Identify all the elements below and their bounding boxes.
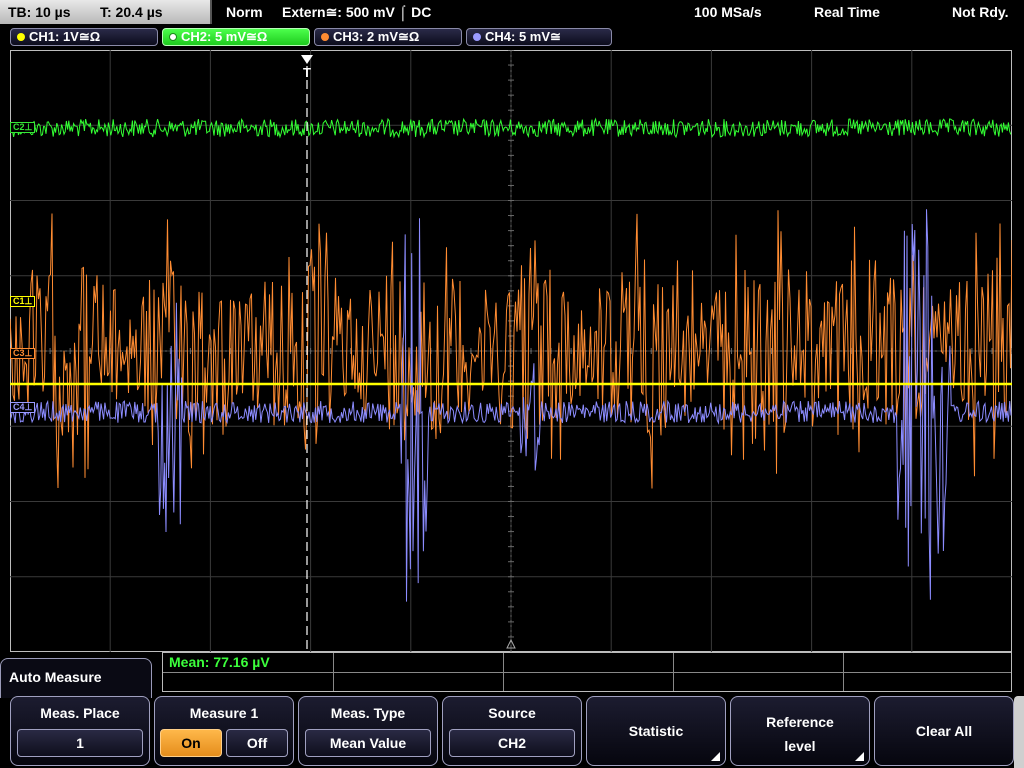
meas-cell-divider [843,653,844,691]
waveform-display[interactable]: T C2⊥ C1⊥ C3⊥ C4⊥ [10,50,1012,652]
trigger-mode[interactable]: Norm [226,0,263,24]
ch2-label: CH2: 5 mV≅Ω [181,29,268,44]
measure1-softkey[interactable]: Measure 1 On Off [154,696,294,766]
meas-place-softkey[interactable]: Meas. Place 1 [10,696,150,766]
meas-type-title: Meas. Type [330,705,406,721]
ch1-color-dot [17,33,25,41]
meas-type-value[interactable]: Mean Value [305,729,431,757]
clear-all-softkey[interactable]: Clear All [874,696,1014,766]
trigger-status: Not Rdy. [952,4,1009,20]
sample-rate: 100 MSa/s [694,4,762,20]
channel-tab-ch1[interactable]: CH1: 1V≅Ω [10,28,158,46]
ch4-label: CH4: 5 mV≅ [485,29,561,44]
source-title: Source [488,705,536,721]
ch3-label: CH3: 2 mV≅Ω [333,29,420,44]
mean-readout: Mean: 77.16 µV [169,654,270,670]
channel-tab-ch3[interactable]: CH3: 2 mV≅Ω [314,28,462,46]
waveform-canvas: T [10,50,1012,652]
ch4-color-dot [473,33,481,41]
menu-title: Auto Measure [0,658,152,698]
ch3-ground-marker[interactable]: C3⊥ [10,348,36,359]
reference-label: Reference level [731,712,869,756]
trigger-marker-label: T [303,65,311,80]
timebase-box[interactable]: TB: 10 µs T: 20.4 µs [0,0,212,24]
submenu-arrow-icon [855,752,864,761]
source-value[interactable]: CH2 [449,729,575,757]
ch2-color-dot [169,33,177,41]
ch4-ground-marker[interactable]: C4⊥ [10,402,36,413]
meas-cell-divider [503,653,504,691]
reference-level-softkey[interactable]: Reference level [730,696,870,766]
ch2-ground-marker[interactable]: C2⊥ [10,122,36,133]
submenu-arrow-icon [711,752,720,761]
source-softkey[interactable]: Source CH2 [442,696,582,766]
statistic-label: Statistic [628,723,684,739]
measure1-off-button[interactable]: Off [226,729,288,757]
acquisition-mode: Real Time [814,4,880,20]
meas-cell-divider [673,653,674,691]
timebase-readout: TB: 10 µs [8,4,71,20]
channel-tab-ch2[interactable]: CH2: 5 mV≅Ω [162,28,310,46]
meas-divider [163,672,1011,673]
channel-tab-ch4[interactable]: CH4: 5 mV≅ [466,28,612,46]
ch1-ground-marker[interactable]: C1⊥ [10,296,36,307]
meas-type-softkey[interactable]: Meas. Type Mean Value [298,696,438,766]
trigger-source[interactable]: Extern≅: 500 mV ⌠ DC [282,0,431,24]
clear-all-label: Clear All [915,723,973,739]
measure1-on-button[interactable]: On [160,729,222,757]
statistic-softkey[interactable]: Statistic [586,696,726,766]
reference-line2: level [784,738,816,754]
status-bar: TB: 10 µs T: 20.4 µs Norm Extern≅: 500 m… [0,0,1024,24]
measure1-title: Measure 1 [189,705,259,721]
meas-place-value[interactable]: 1 [17,729,143,757]
menu-scroll-tab[interactable] [1014,696,1024,768]
meas-place-title: Meas. Place [40,705,120,721]
meas-cell-divider [333,653,334,691]
trigger-time-readout: T: 20.4 µs [100,4,163,20]
ch3-color-dot [321,33,329,41]
reference-line1: Reference [766,714,834,730]
measurement-results: Mean: 77.16 µV [162,652,1012,692]
ch1-label: CH1: 1V≅Ω [29,29,101,44]
